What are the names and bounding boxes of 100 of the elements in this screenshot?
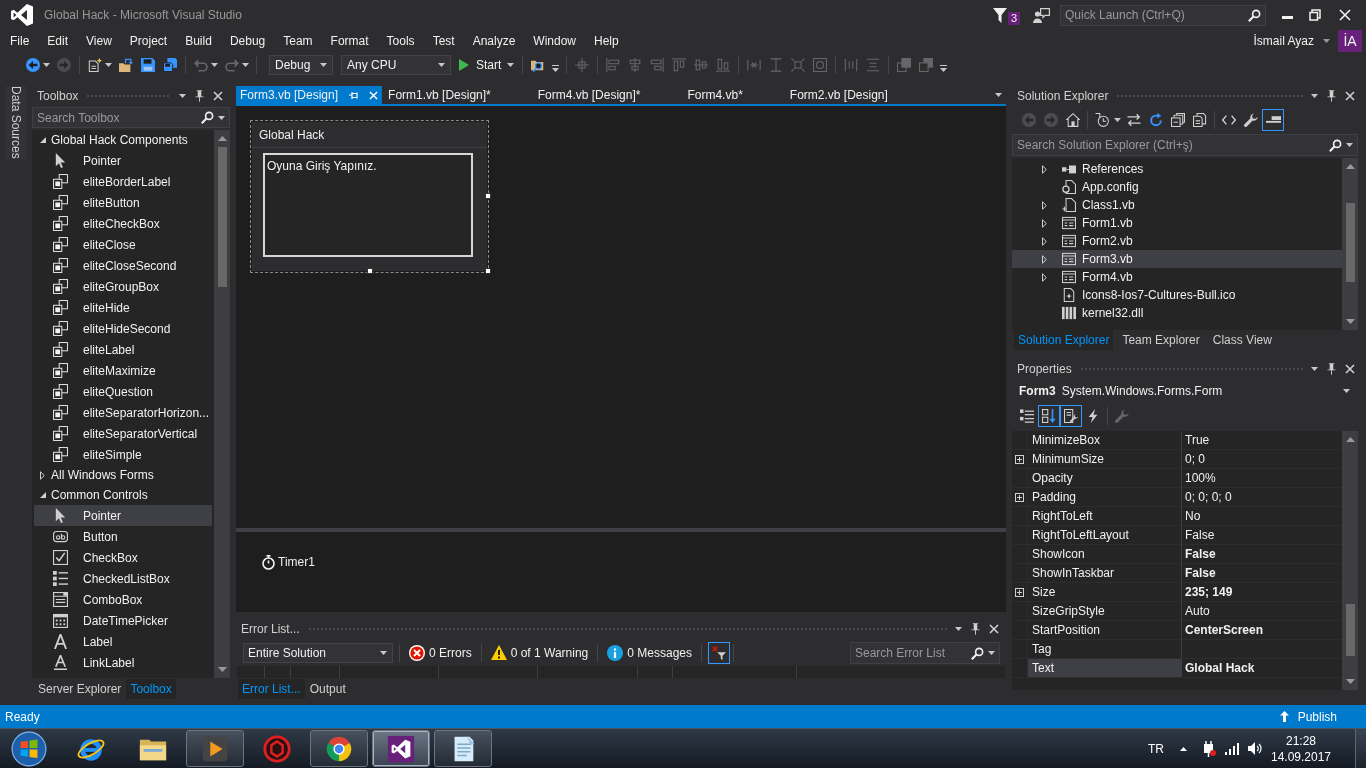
search-icon[interactable] bbox=[971, 646, 984, 660]
taskbar-button[interactable] bbox=[434, 730, 492, 767]
taskbar-button[interactable] bbox=[310, 730, 368, 767]
caret-icon[interactable] bbox=[43, 63, 50, 67]
collapsed-triangle-icon[interactable] bbox=[1042, 272, 1047, 282]
clock-time[interactable]: 21:28 bbox=[1286, 732, 1316, 749]
collapsed-triangle-icon[interactable] bbox=[1042, 218, 1047, 228]
search-icon[interactable] bbox=[201, 111, 214, 124]
form-window[interactable]: Global Hack Oyuna Giriş Yapınız. bbox=[252, 122, 487, 271]
menu-item[interactable]: Test bbox=[423, 32, 464, 50]
toolbox-item[interactable]: Button bbox=[34, 526, 212, 547]
scrollbar-thumb[interactable] bbox=[217, 147, 227, 287]
toolbox-item[interactable]: eliteQuestion bbox=[34, 381, 212, 402]
person-bubble-icon[interactable] bbox=[1033, 7, 1050, 23]
menu-item[interactable]: Debug bbox=[220, 32, 275, 50]
property-name[interactable]: RightToLeft bbox=[1028, 507, 1181, 525]
menu-item[interactable]: Analyze bbox=[463, 32, 525, 50]
scrollbar-thumb[interactable] bbox=[1345, 203, 1355, 282]
expanded-triangle-icon[interactable] bbox=[40, 137, 46, 143]
toolbox-item[interactable]: eliteHide bbox=[34, 297, 212, 318]
toolbox-item[interactable]: ComboBox bbox=[34, 589, 212, 610]
caret-icon[interactable] bbox=[320, 63, 327, 67]
expanded-triangle-icon[interactable] bbox=[40, 492, 46, 498]
expand-icon[interactable] bbox=[1015, 454, 1024, 464]
toolbox-item[interactable]: Pointer bbox=[34, 505, 212, 526]
menu-item[interactable]: Build bbox=[176, 32, 221, 50]
caret-up-icon[interactable] bbox=[1180, 746, 1187, 751]
close-icon[interactable] bbox=[213, 91, 223, 101]
pin-icon[interactable] bbox=[349, 90, 360, 100]
show-desktop-button[interactable] bbox=[1355, 729, 1366, 768]
scroll-down-icon[interactable] bbox=[217, 667, 227, 672]
preview-button[interactable] bbox=[1262, 108, 1284, 131]
caret-icon[interactable] bbox=[988, 651, 995, 655]
save-all-icon[interactable] bbox=[163, 58, 177, 72]
document-tab[interactable]: Form1.vb [Design]* bbox=[382, 86, 532, 104]
panel-tab[interactable]: Team Explorer bbox=[1118, 330, 1204, 350]
toolbox-item[interactable]: eliteSeparatorVertical bbox=[34, 423, 212, 444]
collapsed-triangle-icon[interactable] bbox=[1042, 164, 1047, 174]
toolbox-item[interactable]: eliteCloseSecond bbox=[34, 255, 212, 276]
scroll-up-icon[interactable] bbox=[217, 136, 227, 141]
panel-tab[interactable]: Class View bbox=[1208, 330, 1276, 350]
menu-item[interactable]: Help bbox=[585, 32, 628, 50]
property-name[interactable]: ShowIcon bbox=[1028, 545, 1181, 563]
pin-icon[interactable] bbox=[1327, 363, 1336, 375]
menu-item[interactable]: Edit bbox=[38, 32, 78, 50]
toolbox-item[interactable]: eliteSimple bbox=[34, 444, 212, 465]
platform-dropdown[interactable]: Any CPU bbox=[341, 55, 451, 75]
toolbox-item[interactable]: Pointer bbox=[34, 150, 212, 171]
overflow-icon[interactable] bbox=[940, 65, 948, 73]
open-icon[interactable] bbox=[119, 58, 133, 72]
property-name[interactable]: Padding bbox=[1028, 488, 1181, 506]
scrollbar[interactable] bbox=[1342, 158, 1358, 330]
collapsed-triangle-icon[interactable] bbox=[1042, 236, 1047, 246]
scroll-up-icon[interactable] bbox=[1345, 164, 1355, 169]
taskbar-button[interactable] bbox=[372, 730, 430, 767]
tree-item[interactable]: Form2.vb bbox=[1012, 232, 1342, 250]
start-button[interactable]: Start bbox=[455, 55, 519, 75]
restore-icon[interactable] bbox=[1309, 9, 1321, 21]
configuration-dropdown[interactable]: Debug bbox=[269, 55, 333, 75]
menu-item[interactable]: Tools bbox=[377, 32, 424, 50]
toolbox-item[interactable]: eliteButton bbox=[34, 192, 212, 213]
panel-tab[interactable]: Server Explorer bbox=[34, 679, 126, 699]
property-name[interactable]: MinimumSize bbox=[1028, 450, 1181, 468]
collapsed-triangle-icon[interactable] bbox=[1042, 200, 1047, 210]
account-avatar[interactable]: İA bbox=[1338, 30, 1362, 52]
caret-icon[interactable] bbox=[438, 63, 445, 67]
caret-icon[interactable] bbox=[179, 94, 186, 98]
tree-item[interactable]: App.config bbox=[1012, 178, 1342, 196]
toolbox-item[interactable]: eliteClose bbox=[34, 234, 212, 255]
close-icon[interactable] bbox=[1345, 91, 1355, 101]
menu-item[interactable]: Team bbox=[274, 32, 322, 50]
scroll-down-icon[interactable] bbox=[1345, 679, 1355, 684]
resize-handle[interactable] bbox=[485, 268, 491, 274]
tree-item[interactable]: References bbox=[1012, 160, 1342, 178]
tree-item[interactable]: Form4.vb bbox=[1012, 268, 1342, 286]
resize-handle[interactable] bbox=[485, 193, 491, 199]
language-indicator[interactable]: TR bbox=[1148, 739, 1164, 758]
caret-icon[interactable] bbox=[1346, 143, 1353, 147]
build-filter-button[interactable] bbox=[708, 642, 730, 664]
scope-dropdown[interactable]: Entire Solution bbox=[243, 643, 393, 663]
quick-launch-field[interactable]: Quick Launch (Ctrl+Q) bbox=[1060, 4, 1266, 26]
panel-tab[interactable]: Error List... bbox=[238, 679, 305, 699]
caret-icon[interactable] bbox=[218, 115, 225, 120]
menu-item[interactable]: Format bbox=[321, 32, 378, 50]
toolbox-item[interactable]: CheckedListBox bbox=[34, 568, 212, 589]
tree-item[interactable]: Class1.vb bbox=[1012, 196, 1342, 214]
property-name[interactable]: ShowInTaskbar bbox=[1028, 564, 1181, 582]
menu-item[interactable]: File bbox=[1, 32, 39, 50]
scrollbar[interactable] bbox=[1342, 431, 1358, 690]
caret-icon[interactable] bbox=[1323, 39, 1330, 43]
caret-icon[interactable] bbox=[955, 627, 962, 631]
pin-icon[interactable] bbox=[195, 90, 204, 102]
panel-tab[interactable]: Solution Explorer bbox=[1014, 330, 1114, 350]
toolbox-item[interactable]: eliteBorderLabel bbox=[34, 171, 212, 192]
tree-item[interactable]: Form3.vb bbox=[1012, 250, 1342, 268]
panel-tab[interactable]: Output bbox=[305, 679, 350, 699]
property-name[interactable]: Size bbox=[1028, 583, 1181, 601]
toolbox-item[interactable]: eliteMaximize bbox=[34, 360, 212, 381]
caret-icon[interactable] bbox=[1311, 94, 1318, 98]
tray-component[interactable]: Timer1 bbox=[262, 553, 315, 571]
